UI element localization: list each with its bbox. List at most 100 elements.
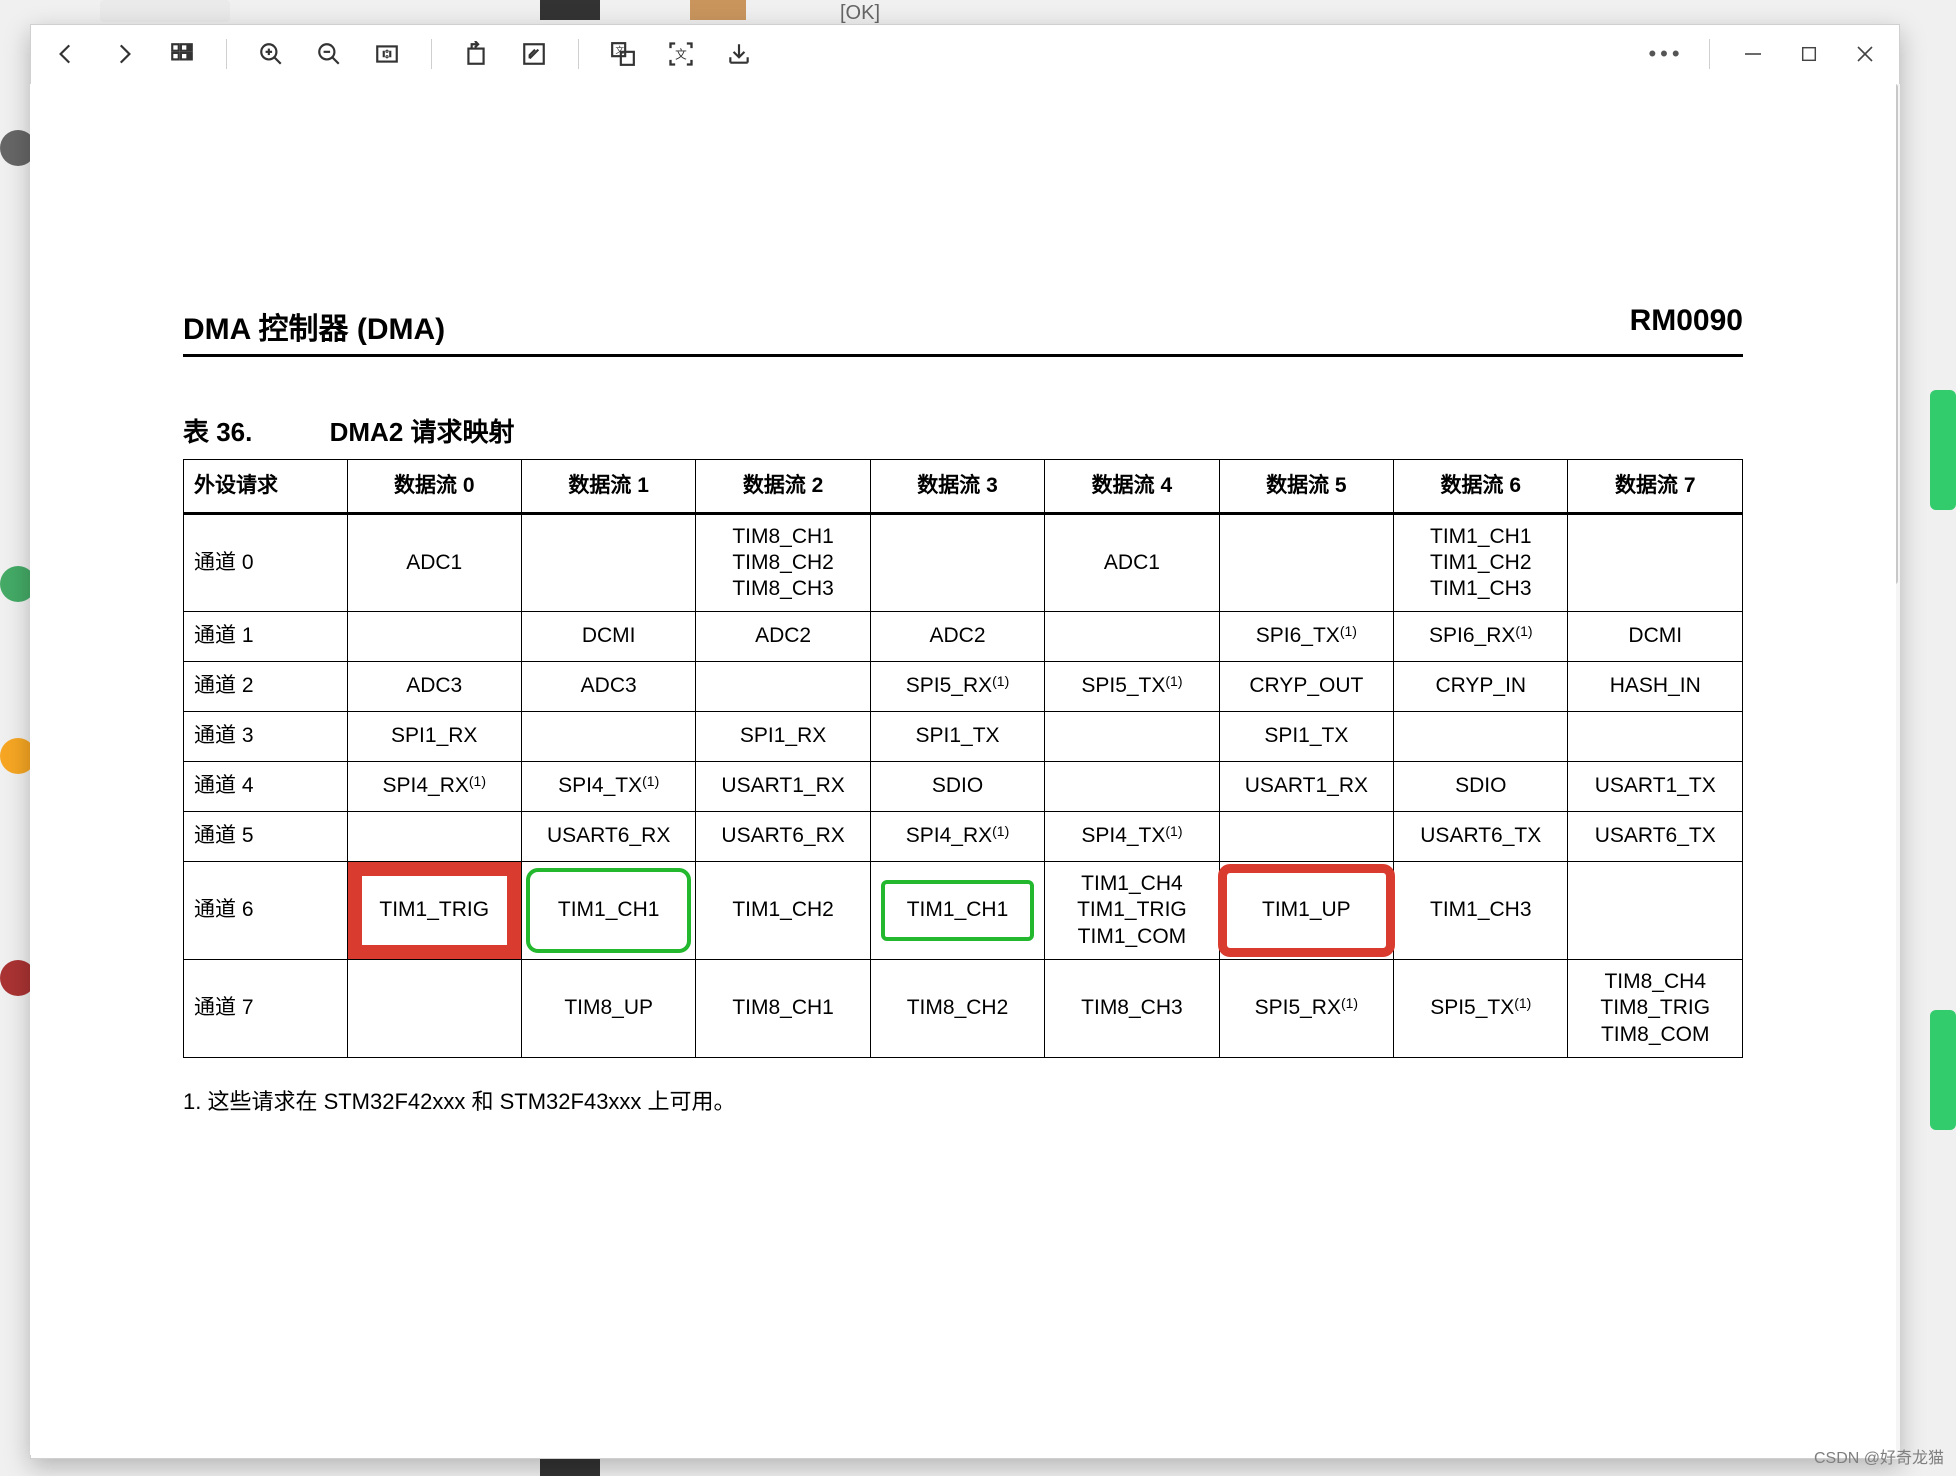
- table-row: 通道 0ADC1TIM8_CH1TIM8_CH2TIM8_CH3ADC1TIM1…: [184, 514, 1743, 612]
- row-label: 通道 4: [184, 762, 348, 812]
- bg-bubble-ok: [OK]: [840, 2, 880, 25]
- table-cell: [1045, 762, 1219, 812]
- translate-button[interactable]: 文: [605, 36, 641, 72]
- table-cell: USART1_RX: [1219, 762, 1393, 812]
- table-row: 通道 3SPI1_RXSPI1_RXSPI1_TXSPI1_TX: [184, 712, 1743, 762]
- table-cell: SPI1_TX: [1219, 712, 1393, 762]
- table-cell: ADC3: [347, 662, 521, 712]
- row-label: 通道 5: [184, 812, 348, 862]
- row-label: 通道 3: [184, 712, 348, 762]
- close-button[interactable]: [1848, 37, 1882, 71]
- image-viewer-window: 文 文 ••• DMA 控制器 (DMA) RM0090: [30, 24, 1900, 1459]
- ocr-button[interactable]: 文: [663, 36, 699, 72]
- table-cell: SPI1_TX: [870, 712, 1044, 762]
- page-header: DMA 控制器 (DMA) RM0090: [183, 304, 1743, 357]
- table-cell: TIM8_CH4TIM8_TRIGTIM8_COM: [1568, 960, 1743, 1058]
- actual-size-button[interactable]: [369, 36, 405, 72]
- maximize-button[interactable]: [1792, 37, 1826, 71]
- dma-mapping-table: 外设请求 数据流 0 数据流 1 数据流 2 数据流 3 数据流 4 数据流 5…: [183, 459, 1743, 1058]
- table-cell: [1045, 712, 1219, 762]
- col-header: 数据流 0: [347, 460, 521, 514]
- forward-button[interactable]: [106, 36, 142, 72]
- svg-text:文: 文: [615, 44, 624, 55]
- table-cell: [1568, 712, 1743, 762]
- table-cell: [1568, 862, 1743, 960]
- table-cell: USART1_TX: [1568, 762, 1743, 812]
- row-label: 通道 7: [184, 960, 348, 1058]
- table-cell: [1394, 712, 1568, 762]
- table-row: 通道 4SPI4_RX(1)SPI4_TX(1)USART1_RXSDIOUSA…: [184, 762, 1743, 812]
- table-cell: USART6_TX: [1394, 812, 1568, 862]
- table-row: 通道 6TIM1_TRIGTIM1_CH1TIM1_CH2TIM1_CH1TIM…: [184, 862, 1743, 960]
- grid-icon: [169, 41, 195, 67]
- table-cell: TIM8_CH2: [870, 960, 1044, 1058]
- zoom-out-icon: [316, 41, 342, 67]
- table-cell: SPI4_TX(1): [521, 762, 695, 812]
- ocr-extract-icon: 文: [667, 40, 695, 68]
- arrow-right-icon: [111, 41, 137, 67]
- watermark: CSDN @好奇龙猫: [1814, 1444, 1944, 1468]
- zoom-in-icon: [258, 41, 284, 67]
- row-label: 通道 6: [184, 862, 348, 960]
- col-header: 数据流 7: [1568, 460, 1743, 514]
- table-cell: TIM1_CH4TIM1_TRIGTIM1_COM: [1045, 862, 1219, 960]
- table-cell: [1568, 514, 1743, 612]
- table-cell: TIM8_CH1: [696, 960, 870, 1058]
- table-cell: SPI1_RX: [696, 712, 870, 762]
- table-cell: SPI5_RX(1): [1219, 960, 1393, 1058]
- highlight-green: [526, 868, 691, 953]
- row-label: 通道 2: [184, 662, 348, 712]
- minimize-icon: [1743, 44, 1763, 64]
- table-cell: DCMI: [1568, 612, 1743, 662]
- table-cell: TIM8_CH1TIM8_CH2TIM8_CH3: [696, 514, 870, 612]
- table-cell: SPI5_TX(1): [1394, 960, 1568, 1058]
- bg-bar: [540, 0, 600, 20]
- table-row: 通道 7TIM8_UPTIM8_CH1TIM8_CH2TIM8_CH3SPI5_…: [184, 960, 1743, 1058]
- table-cell: [870, 514, 1044, 612]
- arrow-left-icon: [53, 41, 79, 67]
- separator: [578, 39, 579, 69]
- download-button[interactable]: [721, 36, 757, 72]
- document-page: DMA 控制器 (DMA) RM0090 表 36. DMA2 请求映射 外设请…: [73, 124, 1853, 1216]
- more-button[interactable]: •••: [1649, 37, 1683, 71]
- table-cell: TIM1_CH3: [1394, 862, 1568, 960]
- table-cell: [521, 712, 695, 762]
- rotate-icon: [463, 41, 489, 67]
- table-cell: TIM1_CH2: [696, 862, 870, 960]
- rotate-button[interactable]: [458, 36, 494, 72]
- table-cell: SPI4_RX(1): [870, 812, 1044, 862]
- table-cell: SPI6_RX(1): [1394, 612, 1568, 662]
- table-cell: ADC3: [521, 662, 695, 712]
- document-viewport[interactable]: DMA 控制器 (DMA) RM0090 表 36. DMA2 请求映射 外设请…: [30, 84, 1896, 1455]
- table-cell: SDIO: [870, 762, 1044, 812]
- col-header: 数据流 3: [870, 460, 1044, 514]
- col-header: 数据流 2: [696, 460, 870, 514]
- thumbnail-grid-button[interactable]: [164, 36, 200, 72]
- table-caption: 表 36. DMA2 请求映射: [183, 412, 1743, 449]
- table-footnote: 1. 这些请求在 STM32F42xxx 和 STM32F43xxx 上可用。: [183, 1084, 1743, 1116]
- col-header: 外设请求: [184, 460, 348, 514]
- zoom-out-button[interactable]: [311, 36, 347, 72]
- table-cell: TIM8_UP: [521, 960, 695, 1058]
- highlight-red: [1218, 864, 1395, 957]
- zoom-in-button[interactable]: [253, 36, 289, 72]
- table-cell: TIM1_CH1TIM1_CH2TIM1_CH3: [1394, 514, 1568, 612]
- table-cell: SDIO: [1394, 762, 1568, 812]
- back-button[interactable]: [48, 36, 84, 72]
- table-cell: USART6_RX: [521, 812, 695, 862]
- table-cell: [347, 612, 521, 662]
- table-cell: USART6_RX: [696, 812, 870, 862]
- minimize-button[interactable]: [1736, 37, 1770, 71]
- table-cell: [347, 812, 521, 862]
- bg-chip: [100, 0, 230, 22]
- col-header: 数据流 4: [1045, 460, 1219, 514]
- highlight-green: [881, 880, 1034, 941]
- header-left: DMA 控制器 (DMA): [183, 304, 445, 348]
- table-name: DMA2 请求映射: [330, 417, 515, 447]
- table-cell: USART1_RX: [696, 762, 870, 812]
- table-cell: [1219, 812, 1393, 862]
- table-cell: TIM1_CH1: [870, 862, 1044, 960]
- edit-button[interactable]: [516, 36, 552, 72]
- more-icon: •••: [1642, 41, 1689, 67]
- separator: [226, 39, 227, 69]
